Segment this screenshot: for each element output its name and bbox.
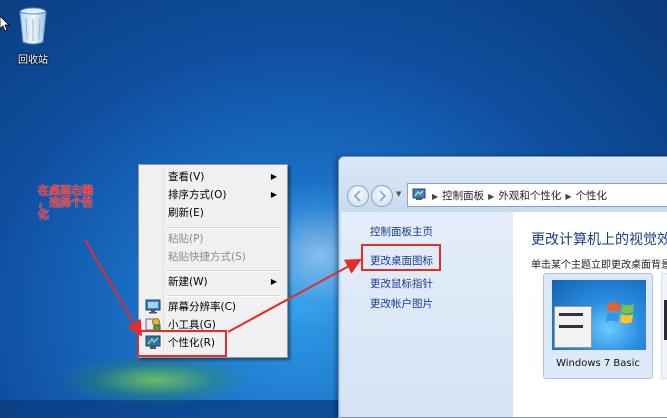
arrow-to-personalize [84,239,143,337]
annotation-arrows [84,239,362,337]
arrow-to-desktop-icons [227,259,362,333]
